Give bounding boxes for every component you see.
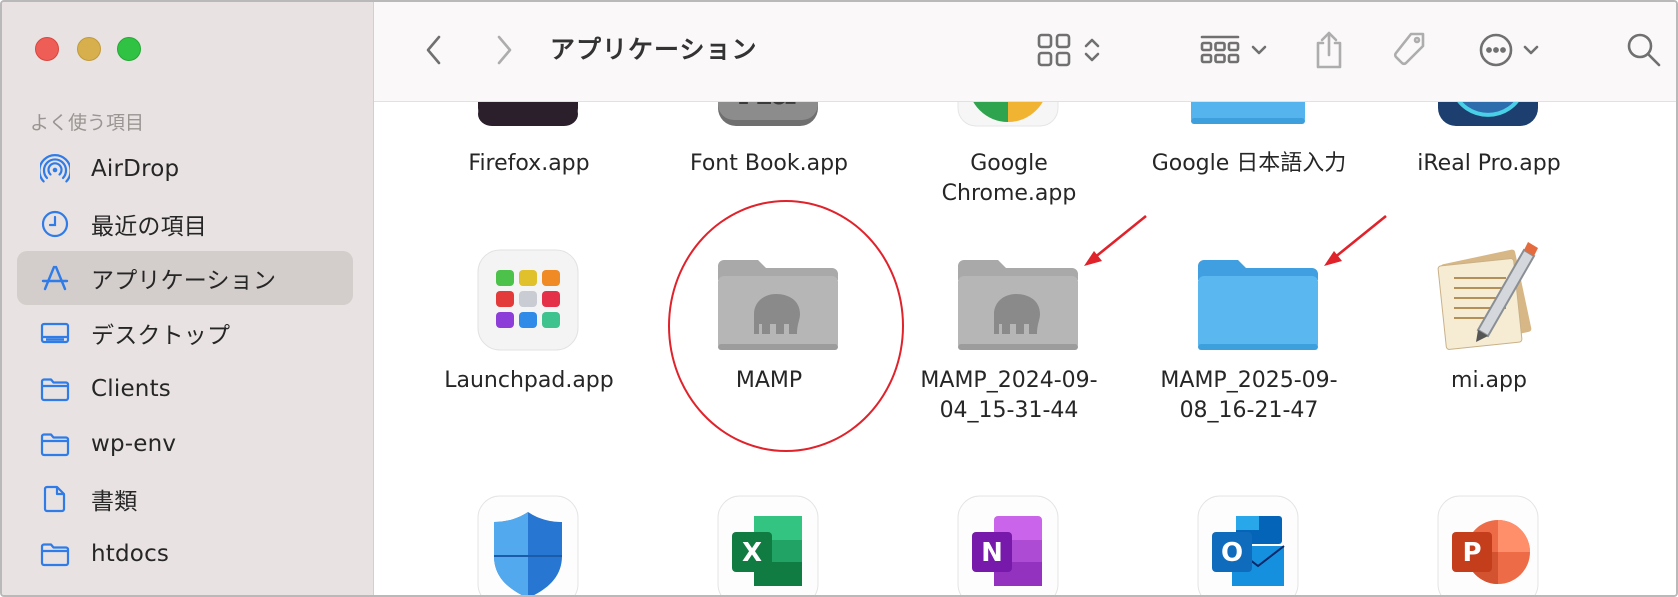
chrome-icon[interactable] [956,102,1060,134]
chevron-left-icon [426,35,441,65]
file-name-line1: MAMP_2025-09- [1160,368,1338,393]
share-button[interactable] [1304,24,1354,76]
folder-icon [32,362,78,416]
more-button[interactable] [1469,24,1549,76]
sidebar-item-label: 最近の項目 [91,214,207,240]
sidebar-item-label: wp-env [91,431,177,457]
file-name-line2: 04_15-31-44 [939,398,1079,423]
tag-icon [1393,32,1425,66]
group-by-button[interactable] [1194,24,1274,76]
group-icon [1200,35,1240,64]
document-icon [32,472,78,526]
file-name-line2: Chrome.app [941,181,1077,206]
file-name-line1: MAMP_2024-09- [920,368,1098,393]
outlook-icon[interactable]: O [1196,494,1300,595]
annotation-arrow [1084,214,1147,266]
close-button[interactable] [35,37,59,61]
file-grid: Firefox.app Aa Font Book.app Google [374,102,1676,595]
file-name: mi.app [1451,368,1527,393]
sidebar-item-documents[interactable]: 書類 [17,472,353,526]
sidebar-section-title: よく使う項目 [30,112,145,134]
search-button[interactable] [1619,24,1669,76]
file-name: Firefox.app [468,151,590,176]
svg-text:X: X [742,538,762,568]
desktop-icon [32,306,78,360]
grid-view-icon [1037,33,1071,67]
clock-icon [32,197,78,251]
sidebar-item-applications[interactable]: アプリケーション [17,251,353,305]
sidebar: よく使う項目 AirDrop 最近の項目 アプリケーション デスクトップ Cli… [2,2,374,595]
ireal-pro-icon[interactable] [1436,102,1540,134]
sidebar-item-htdocs[interactable]: htdocs [17,527,353,581]
excel-icon[interactable]: X [716,494,820,595]
search-icon [1627,33,1661,67]
chevron-down-icon [1523,45,1539,55]
sidebar-item-label: アプリケーション [91,268,277,294]
folder-blue-icon[interactable] [1194,254,1322,358]
chevron-right-icon [497,35,512,65]
sidebar-item-label: 書類 [91,489,138,515]
chevron-down-icon [1251,45,1267,55]
toolbar: アプリケーション [374,2,1676,102]
zoom-button[interactable] [117,37,141,61]
mamp-folder-icon[interactable] [954,254,1082,358]
powerpoint-icon[interactable]: P [1436,494,1540,595]
onenote-icon[interactable]: N [956,494,1060,595]
svg-text:Aa: Aa [739,102,797,114]
tags-button[interactable] [1384,24,1434,76]
minimize-button[interactable] [77,37,101,61]
sidebar-item-wp-env[interactable]: wp-env [17,417,353,471]
svg-text:P: P [1462,538,1481,568]
sidebar-item-recents[interactable]: 最近の項目 [17,197,353,251]
applications-icon [32,251,78,305]
sidebar-item-airdrop[interactable]: AirDrop [17,142,353,196]
folder-icon [32,417,78,471]
window-title: アプリケーション [550,35,758,64]
file-name: Google 日本語入力 [1151,151,1347,176]
firefox-icon[interactable] [476,102,580,134]
sidebar-item-clients[interactable]: Clients [17,362,353,416]
font-book-icon[interactable]: Aa [716,102,820,134]
file-name-line2: 08_16-21-47 [1179,398,1319,423]
finder-window: よく使う項目 AirDrop 最近の項目 アプリケーション デスクトップ Cli… [0,0,1678,597]
defender-icon[interactable] [476,494,580,595]
file-name-line1: Google [970,151,1048,176]
annotation-arrow [1324,214,1387,266]
folder-blue-icon[interactable] [1189,102,1307,132]
mi-app-icon[interactable] [1426,234,1550,362]
svg-text:O: O [1221,538,1243,568]
sidebar-item-desktop[interactable]: デスクトップ [17,306,353,360]
sidebar-item-label: htdocs [91,541,170,567]
svg-text:N: N [981,538,1003,568]
sidebar-item-label: Clients [91,376,171,402]
annotation-circle [668,200,904,452]
chevron-updown-icon [1084,38,1100,62]
airdrop-icon [32,142,78,196]
back-button[interactable] [414,24,454,76]
file-name: Font Book.app [689,151,849,176]
share-icon [1316,31,1342,69]
file-name: Launchpad.app [444,368,614,393]
sidebar-item-label: デスクトップ [91,323,231,349]
launchpad-icon[interactable] [476,248,580,356]
sidebar-item-label: AirDrop [91,156,180,182]
forward-button[interactable] [484,24,524,76]
file-name: iReal Pro.app [1417,151,1561,176]
view-mode-button[interactable] [1029,24,1109,76]
ellipsis-circle-icon [1479,33,1513,67]
folder-icon [32,527,78,581]
